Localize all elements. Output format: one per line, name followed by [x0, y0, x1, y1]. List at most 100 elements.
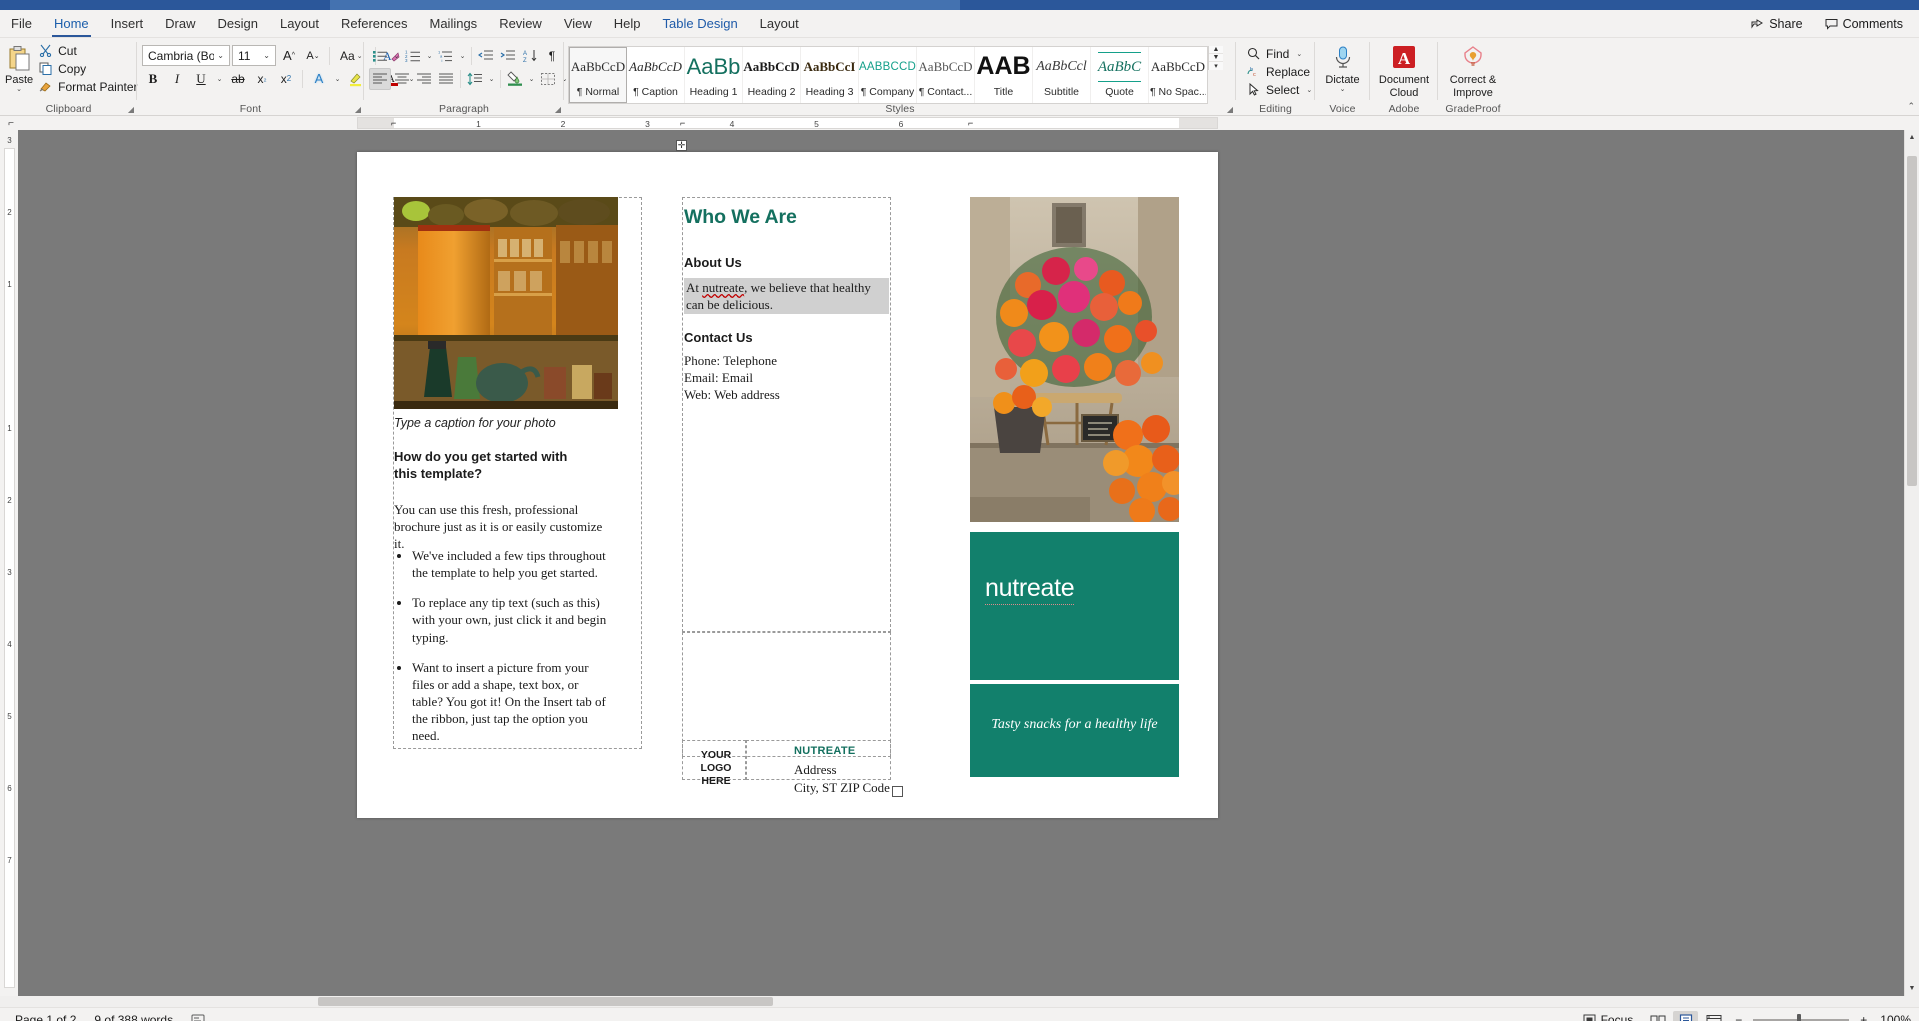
line-spacing-dropdown[interactable]: ⌄	[486, 68, 497, 90]
justify-button[interactable]	[435, 68, 457, 90]
tagline-text[interactable]: Tasty snacks for a healthy life	[970, 717, 1179, 733]
replace-button[interactable]: bc Replace	[1244, 63, 1319, 80]
paragraph-dialog-launcher[interactable]: ◢	[555, 105, 561, 114]
tab-insert[interactable]: Insert	[100, 10, 155, 37]
style-item-quote[interactable]: AaBbCQuote	[1091, 47, 1149, 103]
styles-gallery-scroll[interactable]: ▲ ▼ ▾	[1208, 46, 1223, 70]
format-painter-button[interactable]: Format Painter	[36, 78, 142, 95]
multilevel-list-button[interactable]: 1ai	[435, 45, 457, 67]
clipboard-dialog-launcher[interactable]: ◢	[128, 105, 134, 114]
tab-stop-marker[interactable]: ⌐	[391, 118, 396, 128]
focus-button[interactable]: Focus	[1574, 1013, 1643, 1021]
photo-pantry-image[interactable]	[394, 197, 618, 409]
collapse-ribbon-button[interactable]: ⌃	[1907, 101, 1915, 112]
bold-button[interactable]: B	[142, 68, 164, 90]
underline-button[interactable]: U	[190, 68, 212, 90]
table-move-handle[interactable]: ✛	[676, 140, 687, 151]
tab-stop-selector[interactable]: ⌐	[3, 116, 19, 130]
address-line-2[interactable]: City, ST ZIP Code	[794, 779, 890, 796]
horizontal-ruler[interactable]: 123456⌐⌐⌐	[357, 117, 1218, 129]
style-item-h3[interactable]: AaBbCcIHeading 3	[801, 47, 859, 103]
vertical-ruler[interactable]: 3211234567	[0, 130, 18, 996]
vertical-scroll-thumb[interactable]	[1907, 156, 1917, 486]
zoom-slider[interactable]	[1753, 1012, 1849, 1021]
shading-dropdown[interactable]: ⌄	[526, 68, 537, 90]
styles-gallery[interactable]: AaBbCcD¶ NormalAaBbCcD¶ CaptionAaBbHeadi…	[568, 46, 1208, 104]
style-item-contact[interactable]: AaBbCcD¶ Contact...	[917, 47, 975, 103]
tab-help[interactable]: Help	[603, 10, 652, 37]
bullet-item[interactable]: Want to insert a picture from your files…	[412, 659, 612, 745]
tab-references[interactable]: References	[330, 10, 418, 37]
left-panel-bullet-list[interactable]: We've included a few tips throughout the…	[412, 547, 612, 758]
align-left-button[interactable]	[369, 68, 391, 90]
align-right-button[interactable]	[413, 68, 435, 90]
contact-line[interactable]: Web: Web address	[684, 386, 884, 403]
copy-button[interactable]: Copy	[36, 60, 142, 77]
share-button[interactable]: Share	[1741, 13, 1812, 35]
horizontal-scroll-thumb[interactable]	[318, 997, 773, 1006]
dictate-button[interactable]: Dictate ⌄	[1321, 40, 1365, 93]
quick-access-toolbar[interactable]	[330, 0, 960, 10]
style-item-company[interactable]: AABBCCD¶ Company	[859, 47, 917, 103]
borders-button[interactable]	[537, 68, 559, 90]
contact-lines[interactable]: Phone: TelephoneEmail: EmailWeb: Web add…	[684, 352, 884, 403]
multilevel-dropdown[interactable]: ⌄	[457, 45, 468, 67]
show-formatting-marks-button[interactable]: ¶	[541, 45, 563, 67]
style-item-caption[interactable]: AaBbCcD¶ Caption	[627, 47, 685, 103]
tab-file[interactable]: File	[0, 10, 43, 37]
paste-dropdown-caret[interactable]: ⌄	[16, 87, 22, 93]
find-button[interactable]: Find ⌄	[1244, 45, 1319, 62]
tab-review[interactable]: Review	[488, 10, 553, 37]
tab-design[interactable]: Design	[207, 10, 269, 37]
company-name[interactable]: NUTREATE	[794, 745, 855, 757]
font-family-combo[interactable]: Cambria (Body) ⌄	[142, 45, 230, 66]
dictate-dropdown-caret[interactable]: ⌄	[1340, 87, 1346, 93]
bullet-item[interactable]: We've included a few tips throughout the…	[412, 547, 612, 581]
photo-caption[interactable]: Type a caption for your photo	[394, 416, 604, 430]
about-us-text[interactable]: At nutreate, we believe that healthy can…	[684, 278, 889, 314]
contact-line[interactable]: Email: Email	[684, 369, 884, 386]
tab-table-design[interactable]: Table Design	[652, 10, 749, 37]
superscript-button[interactable]: x2	[275, 68, 297, 90]
shrink-font-button[interactable]: A⌄	[302, 45, 324, 67]
paste-button[interactable]: Paste ⌄	[5, 40, 33, 93]
cut-button[interactable]: Cut	[36, 42, 142, 59]
text-effects-dropdown[interactable]: ⌄	[332, 68, 343, 90]
style-item-subtitle[interactable]: AaBbCclSubtitle	[1033, 47, 1091, 103]
select-dropdown-caret[interactable]: ⌄	[1304, 86, 1314, 94]
styles-scroll-down[interactable]: ▼	[1209, 54, 1223, 62]
middle-panel-title[interactable]: Who We Are	[684, 206, 797, 229]
horizontal-scrollbar[interactable]	[0, 996, 1919, 1007]
zoom-in-button[interactable]: +	[1852, 1013, 1873, 1021]
zoom-level[interactable]: 100%	[1876, 1013, 1913, 1021]
sort-button[interactable]: AZ	[519, 45, 541, 67]
styles-scroll-up[interactable]: ▲	[1209, 46, 1223, 54]
left-panel-paragraph[interactable]: You can use this fresh, professional bro…	[394, 501, 609, 552]
font-size-combo[interactable]: 11 ⌄	[232, 45, 276, 66]
document-page[interactable]: ✛	[357, 152, 1218, 818]
style-item-h2[interactable]: AaBbCcDHeading 2	[743, 47, 801, 103]
tab-mailings[interactable]: Mailings	[419, 10, 489, 37]
style-item-nospacing[interactable]: AaBbCcD¶ No Spac...	[1149, 47, 1207, 103]
tab-draw[interactable]: Draw	[154, 10, 206, 37]
proofing-icon[interactable]	[182, 1013, 214, 1021]
bullets-button[interactable]	[369, 45, 391, 67]
line-spacing-button[interactable]	[464, 68, 486, 90]
select-button[interactable]: Select ⌄	[1244, 81, 1319, 98]
bullet-item[interactable]: To replace any tip text (such as this) w…	[412, 594, 612, 645]
zoom-out-button[interactable]: −	[1729, 1013, 1750, 1021]
increase-indent-button[interactable]	[497, 45, 519, 67]
word-count[interactable]: 9 of 388 words	[85, 1013, 182, 1021]
tab-layout-2[interactable]: Layout	[749, 10, 810, 37]
underline-dropdown[interactable]: ⌄	[214, 68, 225, 90]
page-indicator[interactable]: Page 1 of 2	[6, 1013, 85, 1021]
align-center-button[interactable]	[391, 68, 413, 90]
scroll-up-arrow[interactable]: ▲	[1905, 130, 1919, 145]
brand-name[interactable]: nutreate	[985, 574, 1074, 605]
scroll-down-arrow[interactable]: ▼	[1905, 981, 1919, 996]
table-resize-handle[interactable]	[892, 786, 903, 797]
comments-button[interactable]: Comments	[1815, 13, 1913, 35]
read-mode-button[interactable]	[1645, 1011, 1670, 1021]
numbering-button[interactable]: 123	[402, 45, 424, 67]
bullets-dropdown[interactable]: ⌄	[391, 45, 402, 67]
